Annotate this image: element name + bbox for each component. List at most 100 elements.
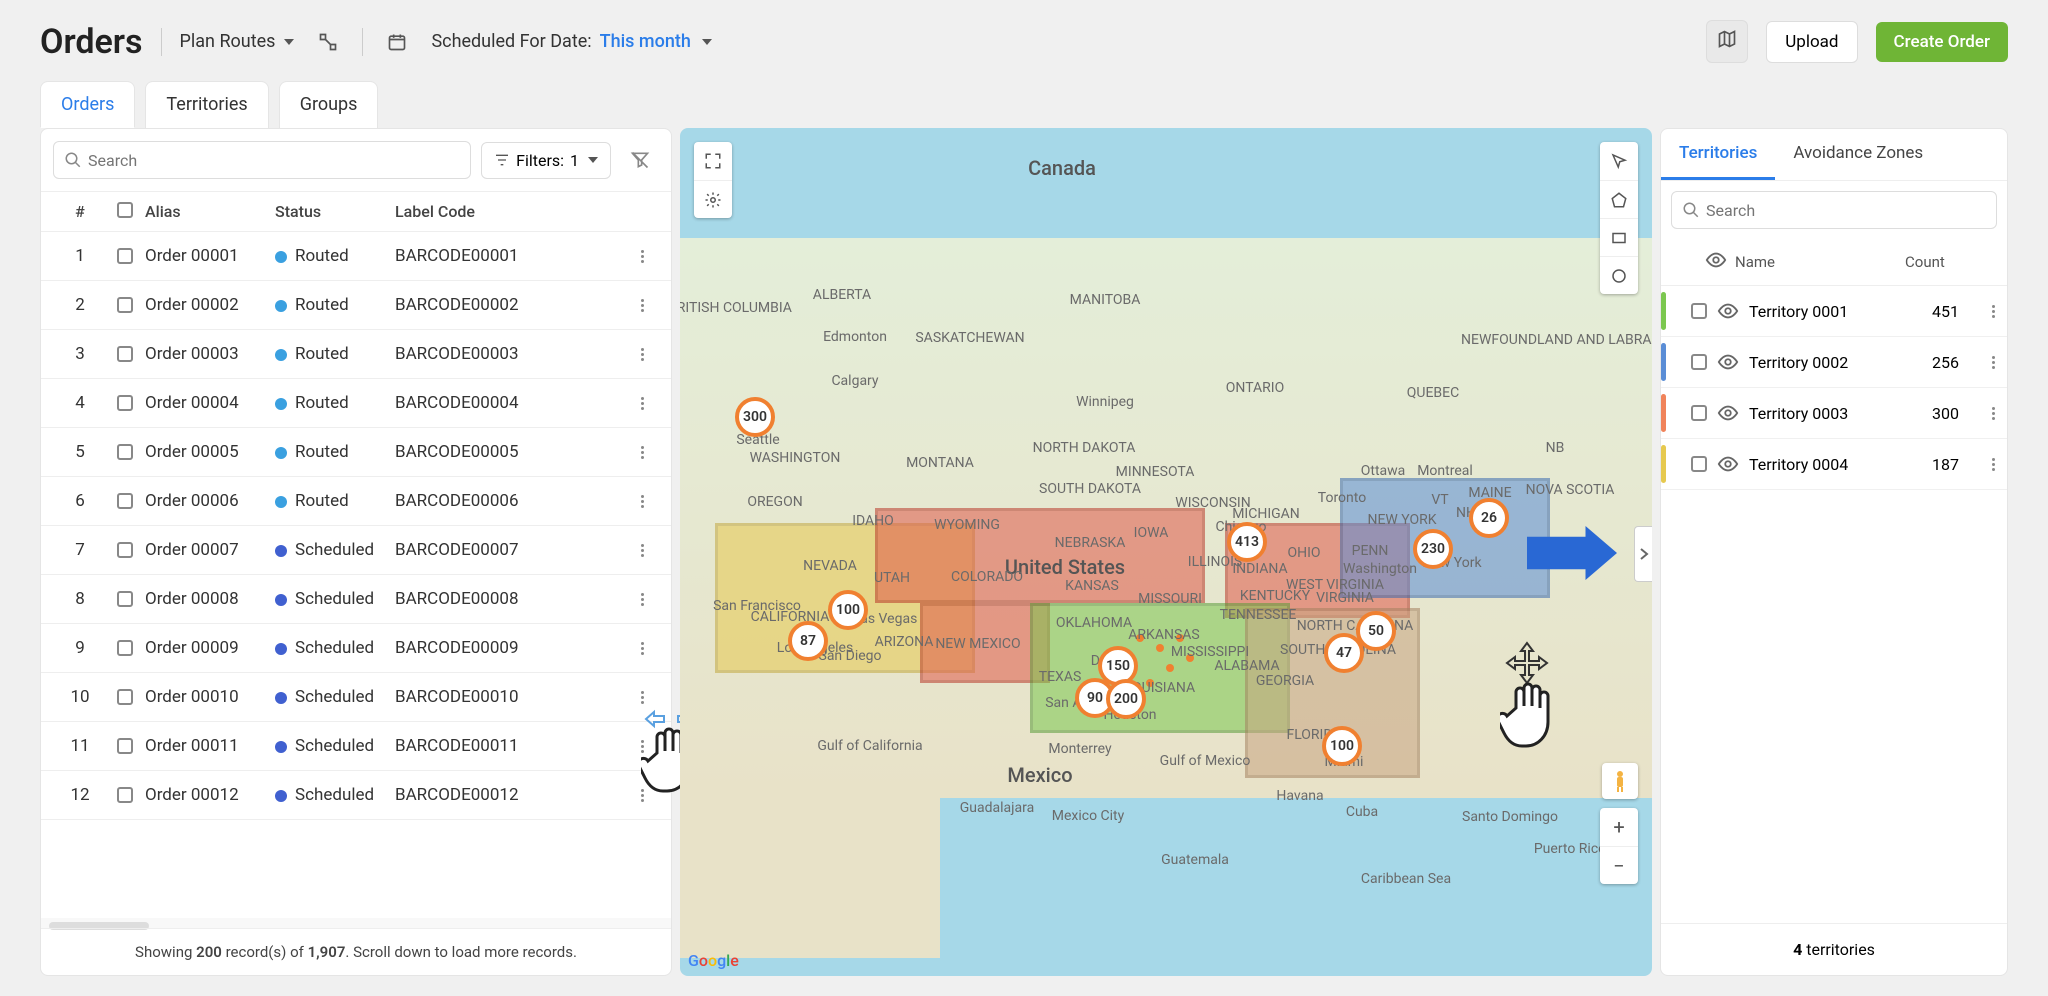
tab-territories[interactable]: Territories [145, 81, 268, 128]
table-row[interactable]: 1Order 00001RoutedBARCODE00001 [41, 232, 671, 281]
territory-row[interactable]: Territory 0003300 [1661, 388, 2007, 439]
territory-row[interactable]: Territory 0001451 [1661, 286, 2007, 337]
row-menu-button[interactable] [627, 642, 657, 655]
row-checkbox[interactable] [117, 493, 133, 509]
map-fullscreen-button[interactable] [694, 142, 732, 180]
row-checkbox[interactable] [117, 640, 133, 656]
map-cluster-pin[interactable]: 230 [1413, 529, 1453, 569]
territories-search[interactable] [1671, 191, 1997, 229]
select-all-checkbox[interactable] [117, 202, 133, 218]
row-checkbox[interactable] [117, 787, 133, 803]
map-cluster-pin[interactable]: 100 [1322, 726, 1362, 766]
map-pegman[interactable] [1602, 763, 1638, 799]
table-row[interactable]: 12Order 00012ScheduledBARCODE00012 [41, 771, 671, 820]
eye-icon[interactable] [1717, 402, 1739, 424]
row-menu-button[interactable] [627, 299, 657, 312]
row-checkbox[interactable] [117, 248, 133, 264]
map-cluster-pin[interactable]: 413 [1227, 522, 1267, 562]
table-row[interactable]: 7Order 00007ScheduledBARCODE00007 [41, 526, 671, 575]
map-cluster-pin[interactable]: 100 [828, 590, 868, 630]
row-menu-button[interactable] [627, 348, 657, 361]
eye-icon[interactable] [1717, 351, 1739, 373]
map-side-collapse[interactable] [1634, 526, 1652, 582]
rp-tab-avoidance[interactable]: Avoidance Zones [1775, 129, 1941, 180]
map-settings-button[interactable] [694, 180, 732, 218]
territory-menu-button[interactable] [1992, 458, 1995, 471]
row-checkbox[interactable] [117, 297, 133, 313]
territories-list[interactable]: Territory 0001451Territory 0002256Territ… [1661, 286, 2007, 923]
territory-checkbox[interactable] [1691, 405, 1707, 421]
horizontal-scrollbar[interactable] [41, 918, 671, 928]
map-cluster-pin[interactable]: 300 [735, 397, 775, 437]
map-panel[interactable]: CanadaUnited StatesMexicoBRITISH COLUMBI… [680, 128, 1652, 976]
row-menu-button[interactable] [627, 691, 657, 704]
row-checkbox[interactable] [117, 591, 133, 607]
territory-checkbox[interactable] [1691, 303, 1707, 319]
row-checkbox[interactable] [117, 542, 133, 558]
map-zoom-out[interactable]: − [1600, 846, 1638, 884]
territory-menu-button[interactable] [1992, 356, 1995, 369]
map-cluster-pin[interactable]: 87 [788, 621, 828, 661]
calendar-icon[interactable] [381, 26, 413, 58]
eye-icon[interactable] [1717, 300, 1739, 322]
map-polygon-tool[interactable] [1600, 180, 1638, 218]
table-row[interactable]: 2Order 00002RoutedBARCODE00002 [41, 281, 671, 330]
table-row[interactable]: 11Order 00011ScheduledBARCODE00011 [41, 722, 671, 771]
territory-checkbox[interactable] [1691, 354, 1707, 370]
header-alias[interactable]: Alias [145, 202, 275, 221]
row-checkbox[interactable] [117, 689, 133, 705]
header-num[interactable]: # [55, 202, 105, 221]
row-menu-button[interactable] [627, 544, 657, 557]
territory-menu-button[interactable] [1992, 305, 1995, 318]
row-checkbox[interactable] [117, 346, 133, 362]
orders-search[interactable] [53, 141, 471, 179]
map-rectangle-tool[interactable] [1600, 218, 1638, 256]
rp-head-count[interactable]: Count [1905, 253, 1965, 271]
rp-head-name[interactable]: Name [1735, 253, 1897, 271]
row-checkbox[interactable] [117, 395, 133, 411]
scheduled-date-filter[interactable]: Scheduled For Date: This month [431, 31, 711, 52]
row-checkbox[interactable] [117, 738, 133, 754]
table-row[interactable]: 9Order 00009ScheduledBARCODE00009 [41, 624, 671, 673]
tab-orders[interactable]: Orders [40, 81, 135, 128]
map-toggle-button[interactable] [1706, 20, 1748, 63]
territory-row[interactable]: Territory 0002256 [1661, 337, 2007, 388]
map-cluster-pin[interactable]: 200 [1106, 679, 1146, 719]
row-checkbox[interactable] [117, 444, 133, 460]
territories-search-input[interactable] [1700, 195, 1986, 226]
orders-grid-body[interactable]: 1Order 00001RoutedBARCODE000012Order 000… [41, 232, 671, 918]
clear-filter-button[interactable] [621, 141, 659, 179]
row-menu-button[interactable] [627, 397, 657, 410]
upload-button[interactable]: Upload [1766, 21, 1857, 63]
table-row[interactable]: 3Order 00003RoutedBARCODE00003 [41, 330, 671, 379]
eye-icon[interactable] [1717, 453, 1739, 475]
table-row[interactable]: 10Order 00010ScheduledBARCODE00010 [41, 673, 671, 722]
table-row[interactable]: 5Order 00005RoutedBARCODE00005 [41, 428, 671, 477]
map-cluster-pin[interactable]: 26 [1469, 498, 1509, 538]
territory-row[interactable]: Territory 0004187 [1661, 439, 2007, 490]
row-num: 8 [55, 589, 105, 609]
map-pointer-tool[interactable] [1600, 142, 1638, 180]
table-row[interactable]: 8Order 00008ScheduledBARCODE00008 [41, 575, 671, 624]
table-row[interactable]: 4Order 00004RoutedBARCODE00004 [41, 379, 671, 428]
territory-checkbox[interactable] [1691, 456, 1707, 472]
map-circle-tool[interactable] [1600, 256, 1638, 294]
territory-menu-button[interactable] [1992, 407, 1995, 420]
filters-button[interactable]: Filters: 1 [481, 142, 611, 179]
route-icon-button[interactable] [312, 26, 344, 58]
map-zoom-in[interactable]: + [1600, 808, 1638, 846]
row-menu-button[interactable] [627, 593, 657, 606]
map-cluster-pin[interactable]: 47 [1324, 633, 1364, 673]
tab-groups[interactable]: Groups [279, 81, 379, 128]
orders-search-input[interactable] [82, 145, 460, 176]
rp-tab-territories[interactable]: Territories [1661, 129, 1775, 180]
row-menu-button[interactable] [627, 446, 657, 459]
table-row[interactable]: 6Order 00006RoutedBARCODE00006 [41, 477, 671, 526]
header-label[interactable]: Label Code [395, 202, 627, 221]
create-order-button[interactable]: Create Order [1876, 22, 2008, 62]
plan-routes-dropdown[interactable]: Plan Routes [180, 31, 295, 52]
row-status: Scheduled [275, 638, 395, 658]
row-menu-button[interactable] [627, 495, 657, 508]
row-menu-button[interactable] [627, 250, 657, 263]
header-status[interactable]: Status [275, 202, 395, 221]
